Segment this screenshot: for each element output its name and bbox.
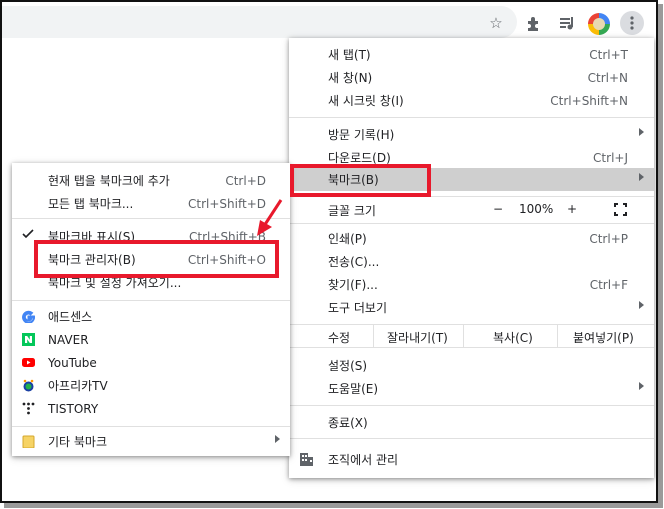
frame-shadow-bottom — [4, 503, 663, 508]
reading-list-icon[interactable] — [555, 11, 579, 35]
youtube-icon — [22, 356, 35, 369]
address-bar[interactable] — [2, 6, 517, 38]
checkmark-icon — [22, 228, 34, 243]
menu-item-label: 모든 탭 북마크... — [48, 197, 134, 211]
menu-item-new-incognito-window[interactable]: 새 시크릿 창(I) Ctrl+Shift+N — [289, 89, 654, 112]
menu-item-label: 조직에서 관리 — [328, 453, 399, 467]
copy-button[interactable]: 복사(C) — [493, 329, 533, 346]
edit-divider — [463, 325, 464, 347]
menu-separator — [289, 117, 654, 118]
menu-item-label: 아프리카TV — [48, 379, 108, 393]
extensions-icon[interactable] — [522, 11, 546, 35]
zoom-value: 100% — [519, 202, 554, 216]
menu-item-bookmark-this-tab[interactable]: 현재 탭을 북마크에 추가 Ctrl+D — [12, 169, 290, 192]
submenu-arrow-icon — [639, 173, 644, 181]
menu-item-label: YouTube — [48, 355, 97, 370]
menu-item-label: 새 탭(T) — [328, 48, 371, 62]
cut-button[interactable]: 잘라내기(T) — [387, 329, 448, 346]
menu-item-shortcut: Ctrl+J — [593, 150, 628, 165]
menu-item-shortcut: Ctrl+D — [225, 173, 266, 188]
afreecatv-icon — [22, 379, 35, 392]
menu-separator — [12, 426, 290, 427]
naver-icon — [22, 333, 35, 346]
menu-separator — [289, 438, 654, 439]
frame-shadow-right — [658, 4, 663, 507]
building-icon — [299, 452, 314, 470]
bookmark-item[interactable]: NAVER — [12, 328, 290, 351]
bookmark-item[interactable]: 애드센스 — [12, 305, 290, 328]
bookmark-item[interactable]: 아프리카TV — [12, 374, 290, 397]
menu-item-label: 설정(S) — [328, 359, 368, 373]
highlight-box-bookmarks — [290, 164, 431, 197]
bookmark-item[interactable]: TISTORY — [12, 397, 290, 420]
menu-item-find[interactable]: 찾기(F)... Ctrl+F — [289, 273, 654, 296]
menu-separator — [289, 405, 654, 406]
star-icon[interactable]: ☆ — [484, 11, 508, 35]
menu-separator — [12, 300, 290, 301]
zoom-out-button[interactable]: − — [493, 202, 503, 216]
menu-item-label: 새 시크릿 창(I) — [328, 94, 404, 108]
chrome-main-menu: 새 탭(T) Ctrl+T 새 창(N) Ctrl+N 새 시크릿 창(I) C… — [289, 38, 654, 478]
menu-item-label: 종료(X) — [328, 416, 368, 430]
fullscreen-icon[interactable] — [614, 203, 627, 219]
edit-row: 수정 잘라내기(T) 복사(C) 붙여넣기(P) — [289, 324, 654, 348]
menu-item-shortcut: Ctrl+P — [589, 231, 628, 246]
bookmark-item[interactable]: YouTube — [12, 351, 290, 374]
menu-item-bookmark-all-tabs[interactable]: 모든 탭 북마크... Ctrl+Shift+D — [12, 192, 290, 215]
menu-item-print[interactable]: 인쇄(P) Ctrl+P — [289, 227, 654, 250]
zoom-in-button[interactable]: + — [567, 202, 577, 216]
submenu-arrow-icon — [639, 382, 644, 390]
menu-item-more-tools[interactable]: 도구 더보기 — [289, 296, 654, 319]
menu-item-new-tab[interactable]: 새 탭(T) Ctrl+T — [289, 43, 654, 66]
menu-item-label: 현재 탭을 북마크에 추가 — [48, 174, 170, 188]
menu-item-shortcut: Ctrl+N — [587, 70, 628, 85]
menu-item-cast[interactable]: 전송(C)... — [289, 250, 654, 273]
highlight-box-bookmark-manager — [34, 240, 279, 278]
menu-item-label: 찾기(F)... — [328, 278, 378, 292]
menu-item-label: 도구 더보기 — [328, 301, 388, 315]
more-vert-icon[interactable] — [620, 11, 644, 35]
profile-avatar[interactable] — [588, 13, 610, 35]
folder-icon — [22, 435, 35, 449]
menu-item-label: 새 창(N) — [328, 71, 373, 85]
menu-item-label: 도움말(E) — [328, 382, 379, 396]
menu-item-other-bookmarks[interactable]: 기타 북마크 — [12, 430, 290, 453]
edit-divider — [373, 325, 374, 347]
menu-item-shortcut: Ctrl+F — [589, 277, 628, 292]
menu-item-exit[interactable]: 종료(X) — [289, 411, 654, 434]
menu-separator — [12, 218, 290, 219]
paste-button[interactable]: 붙여넣기(P) — [573, 329, 634, 346]
browser-toolbar: ☆ — [2, 2, 656, 38]
menu-item-shortcut: Ctrl+T — [589, 47, 628, 62]
annotation-arrow-icon — [257, 199, 283, 236]
edit-divider — [557, 325, 558, 347]
menu-item-label: 기타 북마크 — [48, 435, 108, 449]
submenu-arrow-icon — [639, 128, 644, 136]
menu-item-label: 전송(C)... — [328, 255, 380, 269]
menu-item-label: TISTORY — [48, 401, 99, 416]
menu-item-history[interactable]: 방문 기록(H) — [289, 123, 654, 146]
menu-item-shortcut: Ctrl+Shift+N — [550, 93, 628, 108]
tistory-icon — [22, 402, 35, 415]
menu-item-help[interactable]: 도움말(E) — [289, 377, 654, 400]
menu-item-new-window[interactable]: 새 창(N) Ctrl+N — [289, 66, 654, 89]
menu-item-managed-by-organization[interactable]: 조직에서 관리 — [289, 448, 654, 471]
menu-separator — [289, 223, 654, 224]
zoom-label: 글꼴 크기 — [328, 204, 376, 218]
zoom-row: 글꼴 크기 − 100% + — [289, 198, 654, 221]
menu-item-label: 애드센스 — [48, 310, 93, 324]
menu-item-label: 방문 기록(H) — [328, 128, 395, 142]
google-icon — [22, 310, 36, 324]
submenu-arrow-icon — [639, 301, 644, 309]
menu-item-label: 인쇄(P) — [328, 232, 367, 246]
bookmarks-submenu: 현재 탭을 북마크에 추가 Ctrl+D 모든 탭 북마크... Ctrl+Sh… — [12, 163, 290, 456]
menu-item-settings[interactable]: 설정(S) — [289, 354, 654, 377]
edit-label: 수정 — [328, 331, 351, 345]
submenu-arrow-icon — [275, 435, 280, 443]
menu-item-label: NAVER — [48, 332, 89, 347]
